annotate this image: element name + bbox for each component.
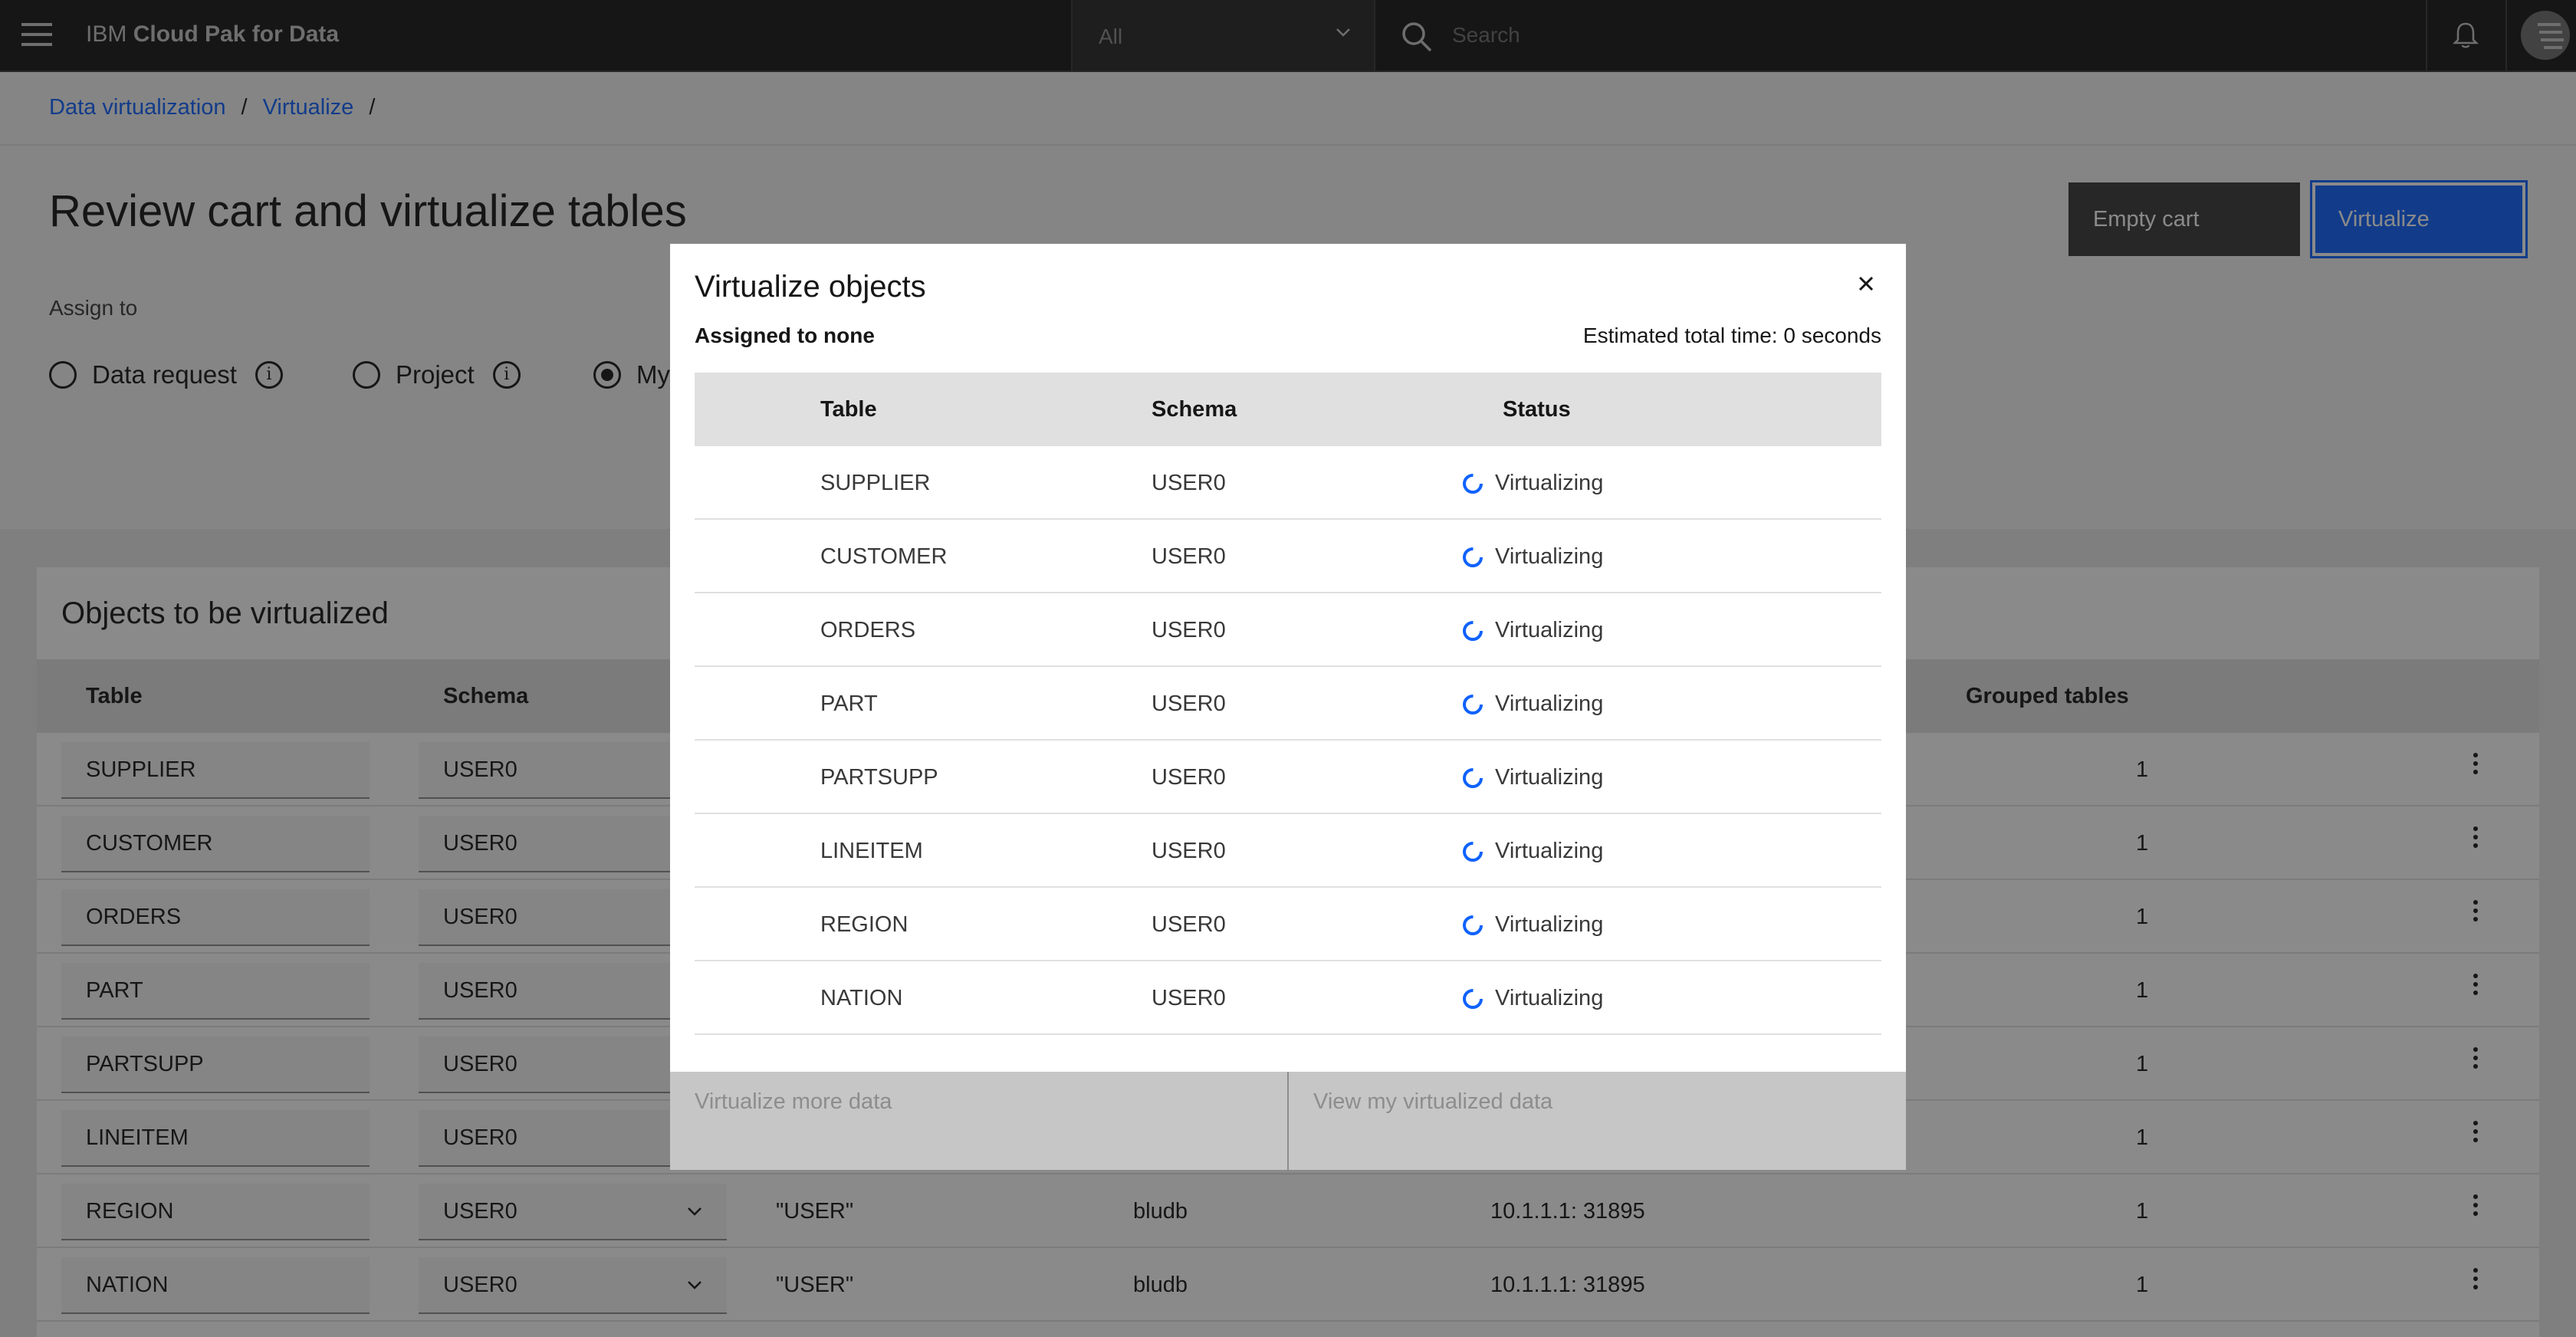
spinner-icon — [1463, 695, 1483, 714]
close-icon[interactable] — [1848, 265, 1884, 302]
spinner-icon — [1463, 474, 1483, 494]
spinner-icon — [1463, 547, 1483, 567]
status-text: Virtualizing — [1495, 912, 1604, 937]
schema-name: USER0 — [1152, 691, 1226, 716]
modal-table-row: REGION USER0 Virtualizing — [695, 888, 1881, 961]
schema-name: USER0 — [1152, 471, 1226, 495]
spinner-icon — [1463, 768, 1483, 788]
view-my-virtualized-data-button[interactable]: View my virtualized data — [1287, 1072, 1906, 1170]
spinner-icon — [1463, 915, 1483, 935]
status-text: Virtualizing — [1495, 618, 1604, 642]
spinner-icon — [1463, 621, 1483, 641]
schema-name: USER0 — [1152, 986, 1226, 1010]
schema-name: USER0 — [1152, 618, 1226, 642]
table-name: ORDERS — [820, 618, 916, 642]
spinner-icon — [1463, 989, 1483, 1009]
column-header-schema: Schema — [1152, 397, 1237, 422]
table-name: CUSTOMER — [820, 544, 948, 569]
column-header-table: Table — [820, 397, 877, 422]
table-name: REGION — [820, 912, 909, 937]
modal-title: Virtualize objects — [695, 270, 926, 304]
modal-footer: Virtualize more data View my virtualized… — [670, 1072, 1906, 1170]
modal-table-row: CUSTOMER USER0 Virtualizing — [695, 520, 1881, 593]
schema-name: USER0 — [1152, 912, 1226, 937]
status-text: Virtualizing — [1495, 839, 1604, 863]
estimated-time-text: Estimated total time: 0 seconds — [1582, 324, 1881, 347]
table-name: LINEITEM — [820, 839, 923, 863]
status-text: Virtualizing — [1495, 986, 1604, 1010]
table-name: PARTSUPP — [820, 765, 938, 790]
modal-table-row: PART USER0 Virtualizing — [695, 667, 1881, 741]
schema-name: USER0 — [1152, 544, 1226, 569]
schema-name: USER0 — [1152, 765, 1226, 790]
modal-table-row: ORDERS USER0 Virtualizing — [695, 593, 1881, 667]
spinner-icon — [1463, 842, 1483, 862]
status-text: Virtualizing — [1495, 471, 1604, 495]
modal-table-row: NATION USER0 Virtualizing — [695, 961, 1881, 1035]
table-name: NATION — [820, 986, 903, 1010]
status-text: Virtualizing — [1495, 544, 1604, 569]
virtualize-objects-modal: Virtualize objects Assigned to none Esti… — [670, 244, 1906, 1170]
table-name: SUPPLIER — [820, 471, 931, 495]
virtualize-more-data-button[interactable]: Virtualize more data — [670, 1072, 1287, 1170]
status-text: Virtualizing — [1495, 691, 1604, 716]
modal-table-row: SUPPLIER USER0 Virtualizing — [695, 446, 1881, 520]
modal-table-header: Table Schema Status — [695, 373, 1881, 446]
assigned-to-text: Assigned to none — [695, 324, 875, 347]
schema-name: USER0 — [1152, 839, 1226, 863]
modal-table-row: PARTSUPP USER0 Virtualizing — [695, 741, 1881, 814]
status-text: Virtualizing — [1495, 765, 1604, 790]
table-name: PART — [820, 691, 878, 716]
modal-table-row: LINEITEM USER0 Virtualizing — [695, 814, 1881, 888]
column-header-status: Status — [1503, 397, 1571, 422]
